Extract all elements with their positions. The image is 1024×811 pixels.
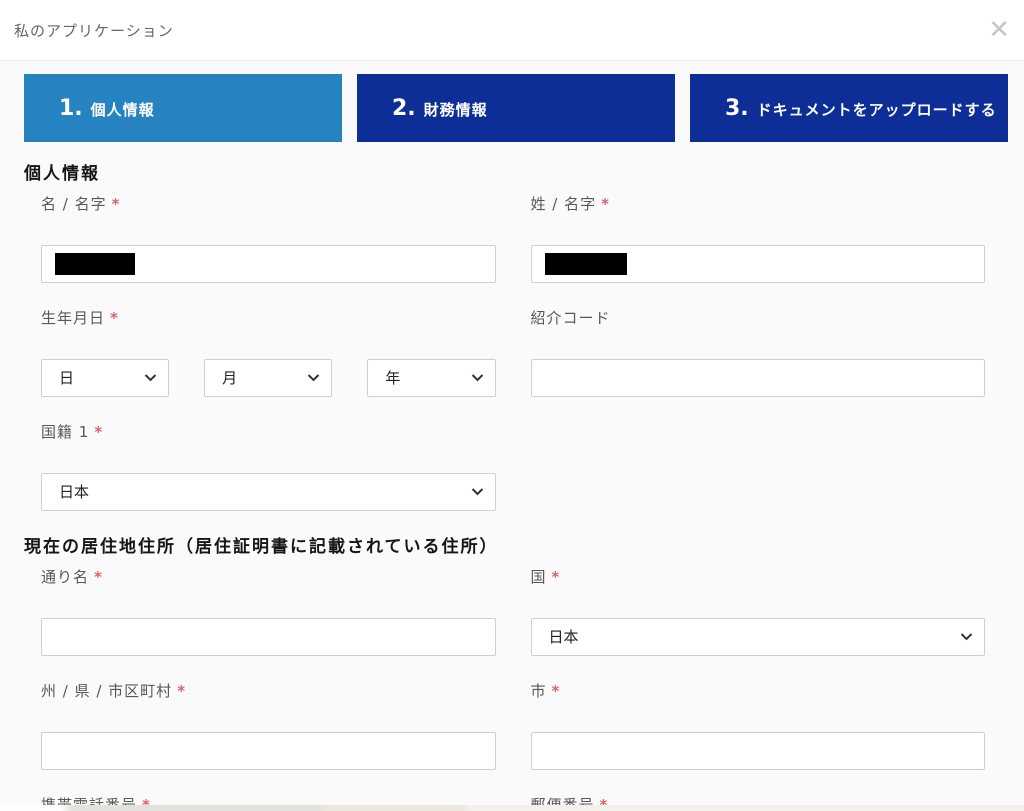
- redacted-first-name-value: [55, 253, 135, 275]
- street-name-label-text: 通り名: [41, 568, 89, 586]
- state-province-label-text: 州 / 県 / 市区町村: [41, 682, 172, 700]
- state-province-input-wrap: [41, 732, 496, 770]
- required-asterisk: *: [110, 309, 119, 327]
- required-asterisk: *: [112, 195, 121, 213]
- required-asterisk: *: [177, 682, 186, 700]
- step-3-text: 3. ドキュメントをアップロードする: [725, 96, 997, 121]
- field-city: 市*: [531, 681, 986, 770]
- last-name-label-text: 姓 / 名字: [531, 195, 597, 213]
- address-fields: 通り名* 国* 日本 州 / 県 / 市区町村*: [24, 567, 1008, 811]
- state-province-label: 州 / 県 / 市区町村 *: [41, 681, 496, 701]
- nationality-label: 国籍 1 *: [41, 422, 496, 442]
- referral-code-input[interactable]: [531, 359, 986, 397]
- field-date-of-birth: 生年月日 * 日 月 年: [41, 308, 496, 397]
- country-label-text: 国: [531, 568, 547, 586]
- dob-label: 生年月日 *: [41, 308, 496, 328]
- step-3-number: 3.: [725, 96, 749, 121]
- field-referral-code: 紹介コード: [531, 308, 986, 397]
- field-last-name: 姓 / 名字*: [531, 194, 986, 283]
- street-name-input-wrap: [41, 618, 496, 656]
- country-select[interactable]: 日本: [531, 618, 986, 656]
- last-name-input-wrap: [531, 245, 986, 283]
- dob-day-select[interactable]: 日: [41, 359, 169, 397]
- city-input-wrap: [531, 732, 986, 770]
- field-street-name: 通り名 *: [41, 567, 496, 656]
- dob-year-wrap: 年: [367, 359, 495, 397]
- referral-code-input-wrap: [531, 359, 986, 397]
- dob-day-wrap: 日: [41, 359, 169, 397]
- street-name-input[interactable]: [41, 618, 496, 656]
- personal-info-fields: 名 / 名字* 姓 / 名字* 生年月日* 日: [24, 194, 1008, 536]
- country-select-wrap: 日本: [531, 618, 986, 656]
- modal-title: 私のアプリケーション: [14, 20, 174, 41]
- field-nationality-1: 国籍 1 * 日本: [41, 422, 496, 511]
- dob-label-text: 生年月日: [41, 309, 105, 327]
- referral-code-label: 紹介コード: [531, 308, 986, 328]
- dob-year-select[interactable]: 年: [367, 359, 495, 397]
- step-2-number: 2.: [392, 96, 416, 121]
- tab-step-1-personal-info[interactable]: 1. 個人情報: [24, 74, 342, 142]
- first-name-label-text: 名 / 名字: [41, 195, 107, 213]
- referral-code-label-text: 紹介コード: [531, 309, 611, 327]
- close-icon[interactable]: ✕: [988, 17, 1010, 43]
- nationality-label-text: 国籍 1: [41, 423, 89, 441]
- step-tabs: 1. 個人情報 2. 財務情報 3. ドキュメントをアップロードする: [24, 74, 1008, 142]
- step-1-number: 1.: [59, 96, 83, 121]
- application-form: 1. 個人情報 2. 財務情報 3. ドキュメントをアップロードする 個人情報 …: [0, 61, 1024, 811]
- step-1-text: 1. 個人情報: [59, 96, 155, 121]
- state-province-input[interactable]: [41, 732, 496, 770]
- required-asterisk: *: [94, 568, 103, 586]
- country-label: 国*: [531, 567, 986, 587]
- required-asterisk: *: [601, 195, 610, 213]
- tab-step-2-financial-info[interactable]: 2. 財務情報: [357, 74, 675, 142]
- street-name-label: 通り名 *: [41, 567, 496, 587]
- dob-month-select[interactable]: 月: [204, 359, 332, 397]
- page-bottom-edge: [0, 805, 1024, 811]
- step-1-label: 個人情報: [91, 99, 155, 120]
- city-label-text: 市: [531, 682, 547, 700]
- last-name-label: 姓 / 名字*: [531, 194, 986, 214]
- required-asterisk: *: [552, 682, 561, 700]
- city-input[interactable]: [531, 732, 986, 770]
- current-address-heading: 現在の居住地住所（居住証明書に記載されている住所）: [24, 536, 1008, 558]
- step-2-label: 財務情報: [424, 99, 488, 120]
- first-name-input-wrap: [41, 245, 496, 283]
- required-asterisk: *: [552, 568, 561, 586]
- step-3-label: ドキュメントをアップロードする: [757, 99, 997, 120]
- personal-info-heading: 個人情報: [24, 163, 1008, 185]
- field-country: 国* 日本: [531, 567, 986, 656]
- first-name-label: 名 / 名字 *: [41, 194, 496, 214]
- city-label: 市*: [531, 681, 986, 701]
- modal-header: 私のアプリケーション ✕: [0, 0, 1024, 61]
- nationality-select-wrap: 日本: [41, 473, 496, 511]
- field-first-name: 名 / 名字 *: [41, 194, 496, 283]
- nationality-select[interactable]: 日本: [41, 473, 496, 511]
- dob-month-wrap: 月: [204, 359, 332, 397]
- dob-selects: 日 月 年: [41, 359, 496, 397]
- field-state-province: 州 / 県 / 市区町村 *: [41, 681, 496, 770]
- step-2-text: 2. 財務情報: [392, 96, 488, 121]
- redacted-last-name-value: [545, 253, 627, 275]
- required-asterisk: *: [94, 423, 103, 441]
- tab-step-3-upload-documents[interactable]: 3. ドキュメントをアップロードする: [690, 74, 1008, 142]
